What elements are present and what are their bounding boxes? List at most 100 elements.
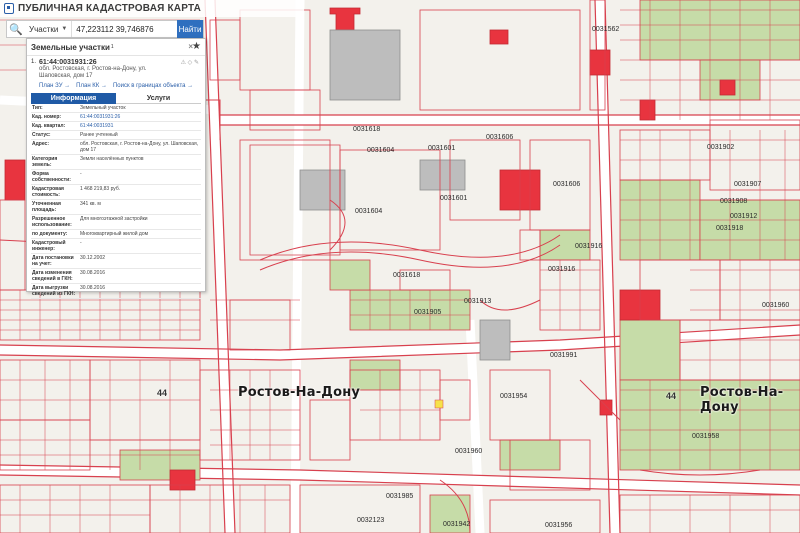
block-label: 0031942 (443, 521, 471, 528)
block-label: 0031956 (545, 522, 573, 529)
property-key: Дата выгрузки сведений из ГКН: (31, 283, 79, 299)
property-key: Разрешенное использование: (31, 214, 79, 230)
property-value: обл. Ростовская, г. Ростов-на-Дону, ул. … (79, 139, 201, 155)
block-label: 0031991 (550, 352, 578, 359)
block-label: 0031907 (734, 181, 762, 188)
property-row: по документу: Многоквартирный жилой дом (31, 229, 201, 239)
plan-zu-link[interactable]: План ЗУ → (39, 83, 70, 89)
property-key: Дата изменения сведений в ГКН: (31, 268, 79, 284)
address-line: обл. Ростовская, г. Ростов-на-Дону, ул. (39, 66, 147, 72)
result-count: 1 (110, 44, 114, 50)
street-number-label: 44 (157, 388, 168, 398)
property-value: Земли населённых пунктов (79, 154, 201, 170)
property-row: Кад. номер: 61:44:0031931:26 (31, 112, 201, 122)
panel-tabs: Информация Услуги (31, 93, 201, 104)
tab-info[interactable]: Информация (31, 93, 116, 104)
search-bar: 🔍 Участки▼ × (6, 20, 204, 38)
property-key: по документу: (31, 229, 79, 239)
property-key: Уточненная площадь: (31, 199, 79, 215)
property-value[interactable]: 61:44:0031931:26 (79, 112, 201, 122)
search-type-select[interactable]: Участки ▼ (25, 21, 73, 37)
search-input[interactable] (72, 24, 186, 34)
warning-icon[interactable]: ⚠ ◇ ✎ (181, 59, 199, 66)
city-label: Ростов-На-Дону (238, 385, 361, 400)
property-key: Дата постановки на учет: (31, 253, 79, 269)
find-button[interactable]: Найти (177, 20, 203, 38)
plan-kk-link[interactable]: План КК → (76, 83, 107, 89)
property-row: Уточненная площадь: 341 кв. м (31, 199, 201, 215)
property-value: 30.12.2002 (79, 253, 201, 269)
block-label: 0032123 (357, 517, 385, 524)
app-logo-icon (4, 3, 14, 14)
property-value: 30.08.2016 (79, 283, 201, 299)
tab-services[interactable]: Услуги (116, 93, 201, 104)
chevron-down-icon: ▼ (61, 26, 68, 32)
block-label: 0031954 (500, 393, 528, 400)
address-line: Шаповская, дом 17 (39, 73, 93, 79)
property-value: 1 468 219,83 руб. (79, 184, 201, 200)
property-row: Разрешенное использование: Для многоэтажн… (31, 214, 201, 230)
block-label: 0031958 (692, 433, 720, 440)
property-row: Форма собственности: - (31, 169, 201, 185)
property-key: Кадастровая стоимость: (31, 184, 79, 200)
block-label: 0031601 (428, 145, 456, 152)
property-key: Кад. номер: (31, 112, 79, 122)
block-label: 0031618 (353, 126, 381, 133)
object-links: План ЗУ → План КК → Поиск в границах объ… (27, 82, 205, 91)
block-label: 0031902 (707, 144, 735, 151)
block-label: 0031916 (575, 243, 603, 250)
block-label: 0031604 (367, 147, 395, 154)
result-panel: Земельные участки 1 × 1. 61:44:0031931:26… (26, 38, 206, 299)
properties-table: Тип: Земельный участок Кад. номер: 61:44:00… (31, 104, 201, 299)
panel-title: Земельные участки (31, 42, 110, 52)
panel-header: Земельные участки 1 × (27, 39, 205, 56)
property-row: Категория земель: Земли населённых пункто… (31, 154, 201, 170)
property-row: Дата выгрузки сведений из ГКН: 30.08.2016 (31, 283, 201, 299)
property-value: Многоквартирный жилой дом (79, 229, 201, 239)
block-label: 0031604 (355, 208, 383, 215)
property-row: Статус: Ранее учтенный (31, 130, 201, 140)
app-title: ПУБЛИЧНАЯ КАДАСТРОВАЯ КАРТА (18, 3, 202, 14)
block-label: 0031916 (548, 266, 576, 273)
block-label: 0031985 (386, 493, 414, 500)
block-label: 0031606 (486, 134, 514, 141)
block-label: 0031908 (720, 198, 748, 205)
app-header: ПУБЛИЧНАЯ КАДАСТРОВАЯ КАРТА (0, 0, 304, 17)
property-value: Ранее учтенный (79, 130, 201, 140)
block-label: 0031960 (762, 302, 790, 309)
property-key: Форма собственности: (31, 169, 79, 185)
block-label: 0031601 (440, 195, 468, 202)
property-row: Тип: Земельный участок (31, 104, 201, 113)
property-key: Кадастровый инженер: (31, 238, 79, 254)
search-in-bounds-link[interactable]: Поиск в границах объекта → (113, 83, 193, 89)
search-icon[interactable]: 🔍 (7, 21, 25, 37)
property-value: - (79, 169, 201, 185)
property-row: Кадастровый инженер: - (31, 238, 201, 254)
property-value: 30.08.2016 (79, 268, 201, 284)
block-label: 0031913 (464, 298, 492, 305)
property-key: Статус: (31, 130, 79, 140)
property-row: Дата изменения сведений в ГКН: 30.08.2016 (31, 268, 201, 284)
block-label: 0031918 (716, 225, 744, 232)
property-key: Адрес: (31, 139, 79, 155)
property-value: Для многоэтажной застройки (79, 214, 201, 230)
block-label: 0031912 (730, 213, 758, 220)
property-value: - (79, 238, 201, 254)
city-label: Ростов-На-Дону (700, 385, 784, 415)
search-type-label: Участки (29, 24, 59, 34)
property-row: Кадастровая стоимость: 1 468 219,83 руб. (31, 184, 201, 200)
property-key: Тип: (31, 104, 79, 113)
property-row: Адрес: обл. Ростовская, г. Ростов-на-Дону… (31, 139, 201, 155)
property-value: 341 кв. м (79, 199, 201, 215)
block-label: 0031562 (592, 26, 620, 33)
result-number: 1. (31, 59, 37, 65)
block-label: 0031905 (414, 309, 442, 316)
property-key: Кад. квартал: (31, 121, 79, 131)
result-item[interactable]: 1. 61:44:0031931:26 обл. Ростовская, г. … (27, 56, 205, 82)
block-label: 0031960 (455, 448, 483, 455)
block-label: 0031606 (553, 181, 581, 188)
favorite-star-icon[interactable]: ★ (190, 40, 203, 53)
property-value[interactable]: 61:44:0031931 (79, 121, 201, 131)
cadastral-number: 61:44:0031931:26 (39, 59, 97, 66)
block-label: 0031618 (393, 272, 421, 279)
